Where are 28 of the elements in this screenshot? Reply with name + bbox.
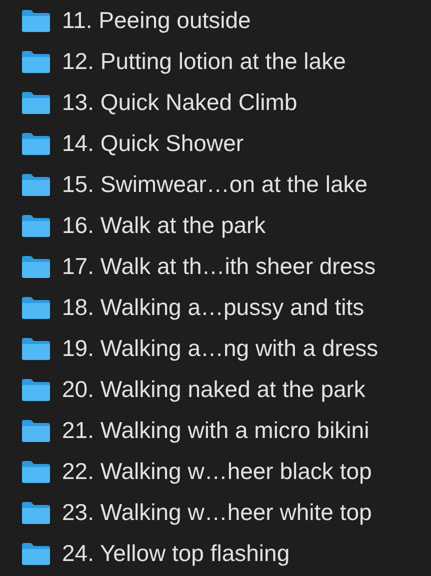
- folder-icon: [21, 460, 51, 484]
- folder-icon: [21, 542, 51, 566]
- folder-icon: [21, 8, 51, 32]
- folder-name[interactable]: 14. Quick Shower: [62, 130, 244, 157]
- folder-name[interactable]: 16. Walk at the park: [62, 212, 266, 239]
- folder-icon: [21, 50, 51, 74]
- folder-name[interactable]: 15. Swimwear…on at the lake: [62, 171, 368, 198]
- folder-icon: [21, 214, 51, 238]
- folder-name[interactable]: 20. Walking naked at the park: [62, 376, 366, 403]
- folder-name[interactable]: 12. Putting lotion at the lake: [62, 48, 346, 75]
- folder-icon: [21, 378, 51, 402]
- folder-name[interactable]: 22. Walking w…heer black top: [62, 458, 372, 485]
- folder-icon: [21, 172, 51, 196]
- folder-name[interactable]: 18. Walking a…pussy and tits: [62, 294, 364, 321]
- folder-icon: [21, 418, 51, 442]
- folder-icon: [21, 500, 51, 524]
- folder-name[interactable]: 11. Peeing outside: [62, 7, 251, 34]
- folder-name[interactable]: 24. Yellow top flashing: [62, 540, 290, 567]
- folder-icon: [21, 90, 51, 114]
- folder-icon: [21, 336, 51, 360]
- folder-icon: [21, 296, 51, 320]
- folder-name[interactable]: 21. Walking with a micro bikini: [62, 417, 370, 444]
- folder-icon: [21, 254, 51, 278]
- folder-name[interactable]: 17. Walk at th…ith sheer dress: [62, 253, 376, 280]
- folder-name[interactable]: 13. Quick Naked Climb: [62, 89, 298, 116]
- folder-name[interactable]: 23. Walking w…heer white top: [62, 499, 372, 526]
- folder-name[interactable]: 19. Walking a…ng with a dress: [62, 335, 378, 362]
- folder-icon: [21, 132, 51, 156]
